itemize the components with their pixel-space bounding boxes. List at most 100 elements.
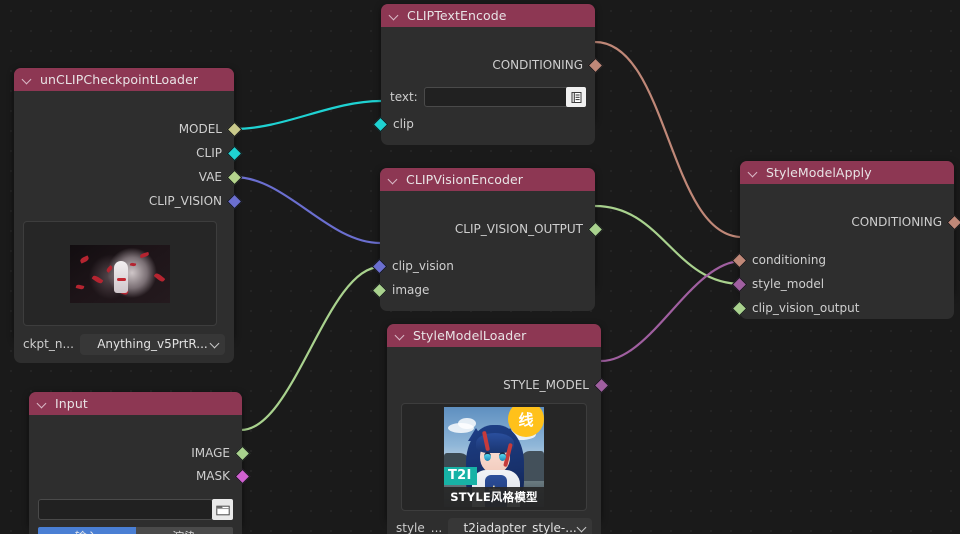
output-port-conditioning[interactable]: CONDITIONING bbox=[851, 213, 960, 231]
wire-clip-vision bbox=[233, 175, 381, 245]
eye-right bbox=[499, 452, 506, 461]
port-label: conditioning bbox=[752, 253, 827, 267]
node-header[interactable]: StyleModelApply bbox=[740, 161, 954, 184]
widget-label-text: text: bbox=[390, 90, 418, 104]
socket-conditioning[interactable] bbox=[946, 214, 960, 230]
node-title: CLIPTextEncode bbox=[407, 8, 507, 23]
socket-style-model[interactable] bbox=[593, 377, 610, 393]
socket-vae[interactable] bbox=[226, 169, 243, 185]
socket-conditioning-in[interactable] bbox=[731, 252, 748, 268]
node-title: StyleModelLoader bbox=[413, 328, 527, 343]
socket-clip[interactable] bbox=[372, 116, 389, 132]
style-model-preview-image: 力 线 T2I STYLE风格模型 bbox=[444, 407, 544, 507]
eye-left bbox=[484, 452, 491, 461]
chevron-down-icon[interactable] bbox=[576, 522, 587, 532]
chevron-down-icon[interactable] bbox=[37, 398, 48, 409]
node-clip-text-encode[interactable]: CLIPTextEncode CONDITIONING text: clip bbox=[372, 4, 604, 145]
ckpt-name-value: Anything_v5PrtR... bbox=[97, 337, 208, 351]
widget-text[interactable]: text: bbox=[390, 86, 586, 108]
output-port-image[interactable]: IMAGE bbox=[191, 444, 251, 462]
socket-clip[interactable] bbox=[226, 145, 243, 161]
chevron-down-icon[interactable] bbox=[748, 167, 759, 178]
node-body: CONDITIONING text: clip bbox=[372, 27, 604, 145]
output-port-clip-vision-output[interactable]: CLIP_VISION_OUTPUT bbox=[454, 220, 604, 238]
widget-label-ckpt-name: ckpt_n... bbox=[23, 337, 74, 351]
node-title: CLIPVisionEncoder bbox=[406, 172, 524, 187]
chevron-down-icon[interactable] bbox=[395, 330, 406, 341]
t2i-badge: T2I bbox=[444, 467, 477, 485]
chevron-down-icon[interactable] bbox=[388, 174, 399, 185]
port-label: style_model bbox=[752, 277, 825, 291]
node-clip-vision-encoder[interactable]: CLIPVisionEncoder CLIP_VISION_OUTPUT cli… bbox=[371, 168, 604, 311]
file-path-input[interactable] bbox=[38, 499, 213, 520]
port-label: image bbox=[392, 283, 430, 297]
chevron-down-icon[interactable] bbox=[209, 338, 220, 348]
input-port-image[interactable]: image bbox=[371, 281, 430, 299]
style-name-combo[interactable]: t2iadapter_style-... bbox=[448, 517, 592, 534]
folder-browse-icon[interactable] bbox=[212, 499, 233, 520]
widget-style-name[interactable]: style_... t2iadapter_style-... bbox=[396, 517, 592, 534]
port-label: CLIP_VISION_OUTPUT bbox=[454, 222, 583, 236]
multiline-editor-icon[interactable] bbox=[566, 87, 586, 107]
input-port-style-model[interactable]: style_model bbox=[731, 275, 825, 293]
port-label: clip bbox=[393, 117, 414, 131]
output-port-mask[interactable]: MASK bbox=[196, 467, 251, 485]
node-unclip-checkpoint-loader[interactable]: unCLIPCheckpointLoader MODEL CLIP VAE CL… bbox=[14, 68, 243, 363]
wire-conditioning bbox=[594, 40, 743, 239]
socket-clip-vision-output[interactable] bbox=[587, 221, 604, 237]
ckpt-name-combo[interactable]: Anything_v5PrtR... bbox=[79, 333, 225, 355]
socket-style-model[interactable] bbox=[731, 276, 748, 292]
node-title: Input bbox=[55, 396, 88, 411]
node-header[interactable]: StyleModelLoader bbox=[387, 324, 601, 347]
node-style-model-apply[interactable]: StyleModelApply CONDITIONING conditionin… bbox=[731, 161, 960, 319]
wire-clip-vision-output bbox=[594, 204, 743, 286]
output-port-clip-vision[interactable]: CLIP_VISION bbox=[148, 192, 243, 210]
socket-clip-vision-output-in[interactable] bbox=[731, 300, 748, 316]
port-label: CLIP_VISION bbox=[148, 194, 222, 208]
port-label: clip_vision_output bbox=[752, 301, 860, 315]
socket-image[interactable] bbox=[371, 282, 388, 298]
port-label: CLIP bbox=[196, 146, 222, 160]
node-input[interactable]: Input IMAGE MASK bbox=[29, 392, 251, 534]
node-header[interactable]: Input bbox=[29, 392, 242, 415]
socket-conditioning[interactable] bbox=[587, 57, 604, 73]
node-body: IMAGE MASK 输入 渲染 bbox=[29, 415, 251, 534]
checkpoint-preview-frame bbox=[23, 221, 217, 326]
input-port-clip-vision[interactable]: clip_vision bbox=[371, 257, 454, 275]
input-port-conditioning[interactable]: conditioning bbox=[731, 251, 827, 269]
input-port-clip-vision-output[interactable]: clip_vision_output bbox=[731, 299, 860, 317]
input-button[interactable]: 输入 bbox=[38, 527, 136, 534]
port-label: CONDITIONING bbox=[851, 215, 942, 229]
chevron-down-icon[interactable] bbox=[389, 10, 400, 21]
output-port-style-model[interactable]: STYLE_MODEL bbox=[503, 376, 610, 394]
socket-clip-vision[interactable] bbox=[371, 258, 388, 274]
output-port-conditioning[interactable]: CONDITIONING bbox=[492, 56, 604, 74]
wire-style-model bbox=[600, 259, 743, 363]
node-header[interactable]: CLIPTextEncode bbox=[381, 4, 595, 27]
node-graph-canvas[interactable]: CLIPTextEncode CONDITIONING text: clip u… bbox=[0, 0, 960, 534]
style-model-preview-frame: 力 线 T2I STYLE风格模型 bbox=[401, 403, 587, 511]
checkpoint-preview-image bbox=[70, 244, 170, 303]
socket-mask[interactable] bbox=[234, 468, 251, 484]
node-title: unCLIPCheckpointLoader bbox=[40, 72, 199, 87]
input-port-clip[interactable]: clip bbox=[372, 115, 414, 133]
socket-image[interactable] bbox=[234, 445, 251, 461]
output-port-vae[interactable]: VAE bbox=[199, 168, 243, 186]
node-body: CLIP_VISION_OUTPUT clip_vision image bbox=[371, 191, 604, 311]
action-buttons[interactable]: 输入 渲染 bbox=[38, 527, 233, 534]
wire-image bbox=[240, 265, 381, 432]
socket-clip-vision[interactable] bbox=[226, 193, 243, 209]
node-style-model-loader[interactable]: StyleModelLoader STYLE_MODEL 线 T2I STYLE… bbox=[387, 324, 610, 534]
widget-ckpt-name[interactable]: ckpt_n... Anything_v5PrtR... bbox=[23, 333, 225, 355]
chevron-down-icon[interactable] bbox=[22, 74, 33, 85]
port-label: clip_vision bbox=[392, 259, 454, 273]
render-button[interactable]: 渲染 bbox=[135, 527, 233, 534]
style-name-value: t2iadapter_style-... bbox=[463, 521, 577, 534]
socket-model[interactable] bbox=[226, 121, 243, 137]
node-header[interactable]: unCLIPCheckpointLoader bbox=[14, 68, 234, 91]
file-path-row[interactable] bbox=[38, 499, 233, 520]
output-port-clip[interactable]: CLIP bbox=[196, 144, 243, 162]
text-input[interactable] bbox=[423, 87, 586, 107]
node-header[interactable]: CLIPVisionEncoder bbox=[380, 168, 595, 191]
output-port-model[interactable]: MODEL bbox=[179, 120, 243, 138]
